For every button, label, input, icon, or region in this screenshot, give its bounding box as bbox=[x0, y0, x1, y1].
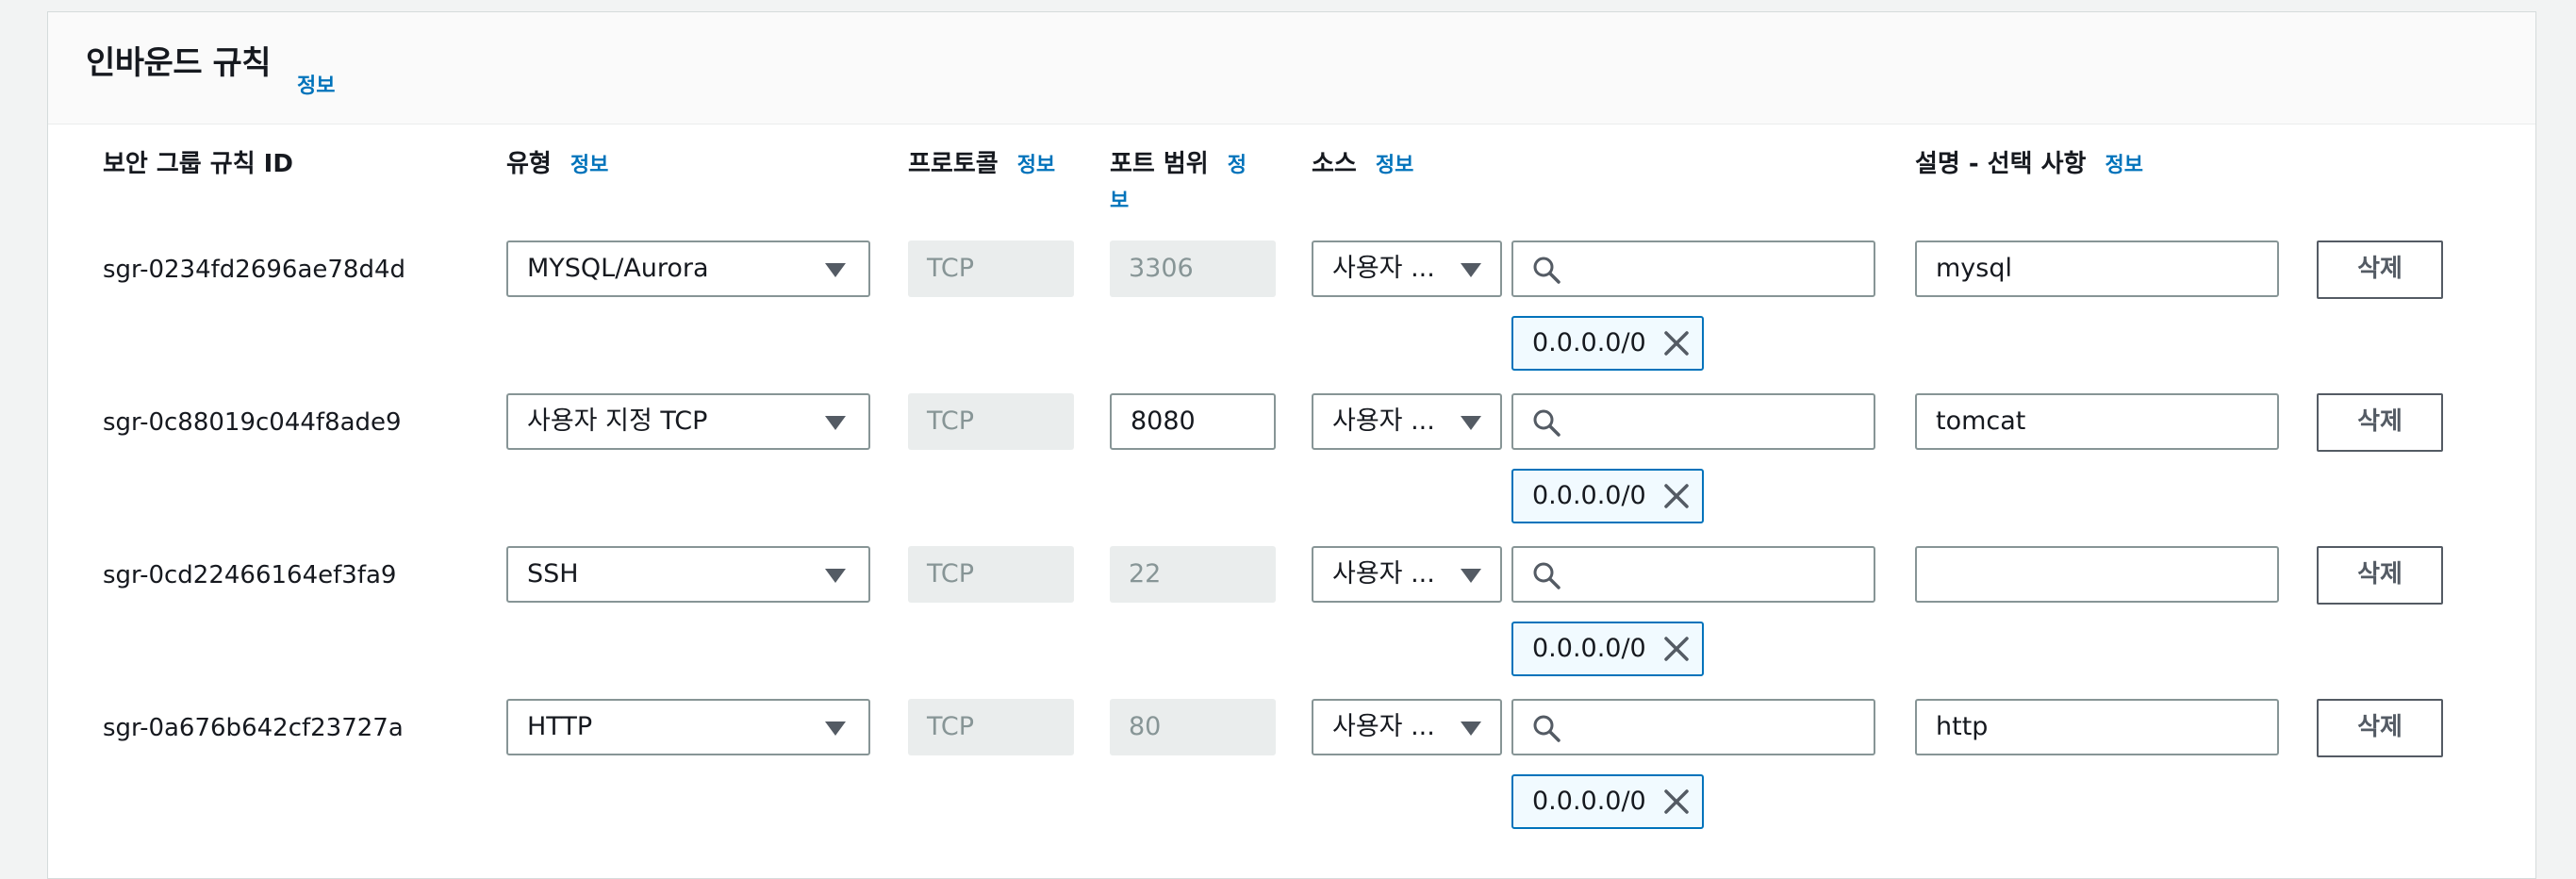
cidr-token: 0.0.0.0/0 bbox=[1511, 316, 1704, 371]
search-icon bbox=[1533, 715, 1560, 742]
port-range-field: 22 bbox=[1110, 546, 1276, 603]
type-select[interactable]: SSH bbox=[506, 546, 870, 603]
port-range-info-link[interactable]: 정 bbox=[1228, 154, 1247, 177]
source-search-input[interactable] bbox=[1511, 393, 1875, 450]
title-info-link[interactable]: 정보 bbox=[297, 69, 335, 99]
delete-button[interactable]: 삭제 bbox=[2317, 240, 2443, 299]
description-info-link[interactable]: 정보 bbox=[2105, 154, 2142, 177]
search-icon bbox=[1533, 562, 1560, 589]
cidr-token: 0.0.0.0/0 bbox=[1511, 622, 1704, 676]
source-type-value: 사용자 ... bbox=[1332, 559, 1435, 589]
column-header-protocol: 프로토콜 정보 bbox=[908, 150, 1056, 178]
column-header-type: 유형 정보 bbox=[506, 150, 609, 178]
source-type-value: 사용자 ... bbox=[1332, 712, 1435, 741]
panel-header: 인바운드 규칙 정보 bbox=[48, 12, 2535, 124]
caret-down-icon bbox=[1461, 569, 1481, 583]
caret-down-icon bbox=[1461, 416, 1481, 430]
page-title: 인바운드 규칙 bbox=[86, 44, 272, 82]
source-type-select[interactable]: 사용자 ... bbox=[1312, 240, 1502, 297]
source-type-select[interactable]: 사용자 ... bbox=[1312, 546, 1502, 603]
rule-id: sgr-0234fd2696ae78d4d bbox=[103, 256, 406, 284]
caret-down-icon bbox=[825, 721, 846, 736]
rule-id: sgr-0a676b642cf23727a bbox=[103, 714, 404, 742]
description-input[interactable]: tomcat bbox=[1915, 393, 2279, 450]
source-type-select[interactable]: 사용자 ... bbox=[1312, 699, 1502, 755]
port-range-info-link-wrap[interactable]: 보 bbox=[1110, 190, 1129, 213]
source-type-value: 사용자 ... bbox=[1332, 254, 1435, 283]
port-range-input[interactable]: 8080 bbox=[1110, 393, 1276, 450]
close-icon[interactable] bbox=[1662, 329, 1691, 357]
cidr-token-label: 0.0.0.0/0 bbox=[1532, 634, 1646, 663]
source-search-input[interactable] bbox=[1511, 699, 1875, 755]
caret-down-icon bbox=[825, 263, 846, 277]
cidr-token-label: 0.0.0.0/0 bbox=[1532, 328, 1646, 357]
delete-button[interactable]: 삭제 bbox=[2317, 546, 2443, 605]
type-info-link[interactable]: 정보 bbox=[570, 154, 608, 177]
protocol-field: TCP bbox=[908, 546, 1074, 603]
protocol-field: TCP bbox=[908, 393, 1074, 450]
cidr-token: 0.0.0.0/0 bbox=[1511, 469, 1704, 523]
close-icon[interactable] bbox=[1662, 482, 1691, 510]
close-icon[interactable] bbox=[1662, 788, 1691, 816]
inbound-rules-panel: 인바운드 규칙 정보 보안 그룹 규칙 ID 유형 정보 프로토콜 정보 포트 범위… bbox=[47, 11, 2536, 879]
type-select[interactable]: MYSQL/Aurora bbox=[506, 240, 870, 297]
port-range-field: 80 bbox=[1110, 699, 1276, 755]
rule-id: sgr-0cd22466164ef3fa9 bbox=[103, 561, 397, 589]
type-select-value: 사용자 지정 TCP bbox=[527, 406, 708, 436]
source-type-value: 사용자 ... bbox=[1332, 406, 1435, 436]
type-select-value: HTTP bbox=[527, 712, 593, 741]
source-type-select[interactable]: 사용자 ... bbox=[1312, 393, 1502, 450]
type-select-value: MYSQL/Aurora bbox=[527, 254, 709, 283]
description-input[interactable]: mysql bbox=[1915, 240, 2279, 297]
description-input[interactable]: http bbox=[1915, 699, 2279, 755]
type-select[interactable]: 사용자 지정 TCP bbox=[506, 393, 870, 450]
delete-button[interactable]: 삭제 bbox=[2317, 393, 2443, 452]
source-search-input[interactable] bbox=[1511, 240, 1875, 297]
protocol-info-link[interactable]: 정보 bbox=[1017, 154, 1055, 177]
column-header-description: 설명 - 선택 사항 정보 bbox=[1915, 150, 2143, 178]
protocol-field: TCP bbox=[908, 699, 1074, 755]
caret-down-icon bbox=[825, 416, 846, 430]
search-icon bbox=[1533, 257, 1560, 284]
column-header-source: 소스 정보 bbox=[1312, 150, 1414, 178]
description-input[interactable] bbox=[1915, 546, 2279, 603]
cidr-token-label: 0.0.0.0/0 bbox=[1532, 481, 1646, 510]
caret-down-icon bbox=[1461, 263, 1481, 277]
close-icon[interactable] bbox=[1662, 635, 1691, 663]
source-info-link[interactable]: 정보 bbox=[1376, 154, 1413, 177]
port-range-field: 3306 bbox=[1110, 240, 1276, 297]
delete-button[interactable]: 삭제 bbox=[2317, 699, 2443, 757]
source-search-input[interactable] bbox=[1511, 546, 1875, 603]
type-select-value: SSH bbox=[527, 559, 579, 589]
rule-id: sgr-0c88019c044f8ade9 bbox=[103, 408, 402, 437]
cidr-token: 0.0.0.0/0 bbox=[1511, 774, 1704, 829]
column-header-rule-id: 보안 그룹 규칙 ID bbox=[103, 150, 293, 178]
column-header-port-range: 포트 범위 정 보 bbox=[1110, 150, 1247, 213]
type-select[interactable]: HTTP bbox=[506, 699, 870, 755]
cidr-token-label: 0.0.0.0/0 bbox=[1532, 787, 1646, 816]
protocol-field: TCP bbox=[908, 240, 1074, 297]
caret-down-icon bbox=[825, 569, 846, 583]
caret-down-icon bbox=[1461, 721, 1481, 736]
search-icon bbox=[1533, 409, 1560, 437]
